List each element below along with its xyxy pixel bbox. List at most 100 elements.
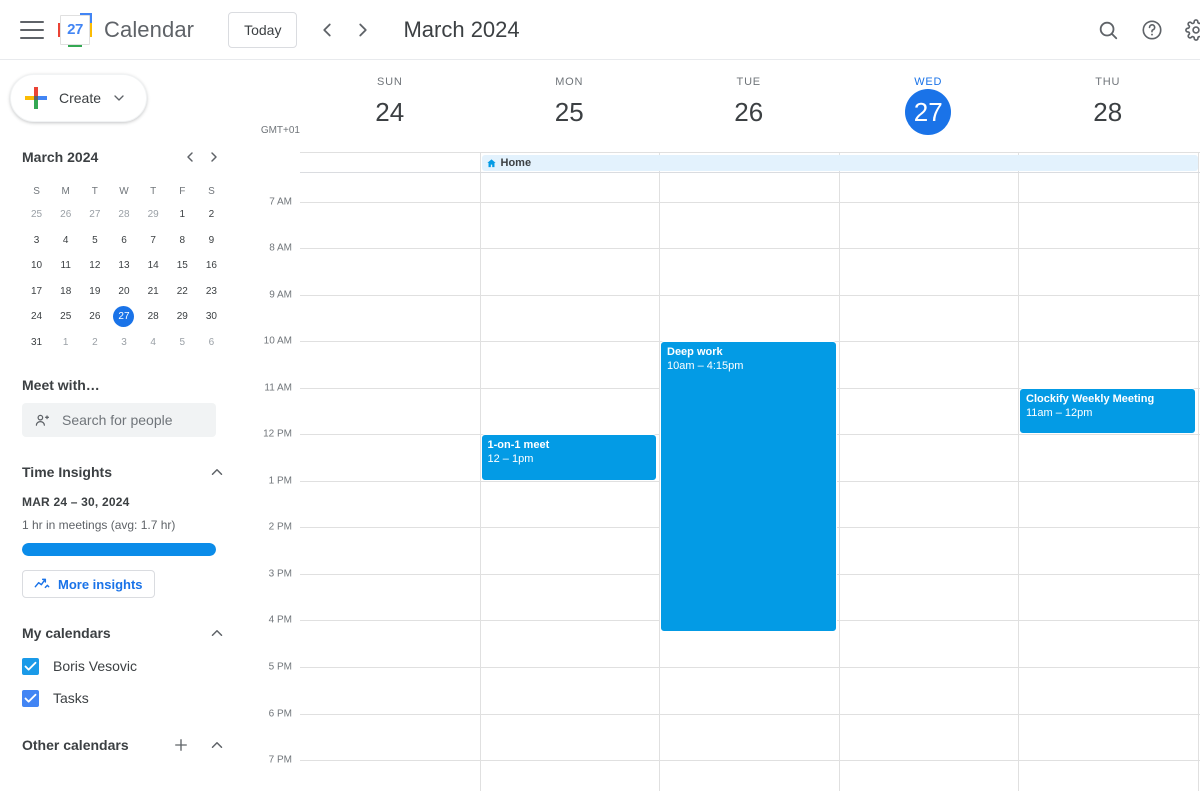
mini-calendar-day[interactable]: 23 <box>197 279 226 305</box>
mini-calendar-day-today[interactable]: 27 <box>109 304 138 330</box>
time-insights-header[interactable]: Time Insights <box>22 463 226 481</box>
calendar-checkbox[interactable] <box>22 689 39 707</box>
mini-calendar-dow: S <box>33 185 40 197</box>
mini-calendar-day[interactable]: 29 <box>168 304 197 330</box>
hour-gridline <box>300 294 1200 296</box>
mini-calendar-day[interactable]: 13 <box>109 253 138 279</box>
calendar-checkbox[interactable] <box>22 657 39 675</box>
mini-calendar-dow: W <box>119 185 129 197</box>
my-calendars-title: My calendars <box>22 625 111 641</box>
hour-gridline <box>300 248 1200 250</box>
mini-calendar-day[interactable]: 25 <box>22 202 51 228</box>
mini-calendar-day[interactable]: 3 <box>22 228 51 254</box>
mini-calendar-day[interactable]: 6 <box>109 228 138 254</box>
calendar-list-item[interactable]: Tasks <box>22 682 226 714</box>
gear-icon[interactable] <box>1174 8 1200 52</box>
day-number[interactable]: 26 <box>659 89 839 135</box>
mini-calendar-day[interactable]: 17 <box>22 279 51 305</box>
mini-calendar-day[interactable]: 29 <box>139 202 168 228</box>
mini-calendar-dow: M <box>61 185 70 197</box>
mini-calendar-day[interactable]: 14 <box>139 253 168 279</box>
other-calendars-header[interactable]: Other calendars <box>22 736 226 754</box>
mini-calendar-day[interactable]: 18 <box>51 279 80 305</box>
all-day-event-title: Home <box>500 157 532 169</box>
more-insights-button[interactable]: More insights <box>22 570 155 598</box>
calendar-event[interactable]: Clockify Weekly Meeting 11am – 12pm <box>1019 387 1196 435</box>
mini-calendar-day[interactable]: 22 <box>168 279 197 305</box>
hour-label: 8 AM <box>269 242 292 254</box>
mini-calendar-navigation <box>178 145 226 169</box>
mini-calendar-day[interactable]: 10 <box>22 253 51 279</box>
mini-calendar-day[interactable]: 7 <box>139 228 168 254</box>
chevron-up-icon[interactable] <box>208 624 226 642</box>
day-number[interactable]: 24 <box>300 89 480 135</box>
mini-calendar-day[interactable]: 20 <box>109 279 138 305</box>
mini-calendar-day[interactable]: 31 <box>22 330 51 356</box>
hour-gridline <box>300 760 1200 762</box>
day-number-today[interactable]: 27 <box>839 89 1019 135</box>
mini-calendar-day[interactable]: 5 <box>168 330 197 356</box>
home-icon <box>486 158 497 169</box>
search-for-people-input[interactable]: Search for people <box>22 403 216 437</box>
hour-label: 12 PM <box>263 428 292 440</box>
mini-calendar-day[interactable]: 2 <box>80 330 109 356</box>
mini-calendar-day[interactable]: 16 <box>197 253 226 279</box>
chevron-up-icon[interactable] <box>208 736 226 754</box>
mini-calendar-day[interactable]: 21 <box>139 279 168 305</box>
mini-calendar: March 2024 S M T W T F S 25 26 27 28 29 1 2 3 4 5 6 7 8 9 10 1… <box>22 146 226 355</box>
mini-calendar-day[interactable]: 1 <box>51 330 80 356</box>
add-other-calendar-icon[interactable] <box>172 736 190 754</box>
today-button[interactable]: Today <box>228 11 298 48</box>
all-day-event[interactable]: Home <box>481 155 1198 171</box>
chevron-up-icon[interactable] <box>208 463 226 481</box>
mini-calendar-day[interactable]: 26 <box>80 304 109 330</box>
calendar-event[interactable]: Deep work 10am – 4:15pm <box>660 341 837 633</box>
mini-calendar-day[interactable]: 2 <box>197 202 226 228</box>
time-insights-range: MAR 24 – 30, 2024 <box>22 495 130 509</box>
mini-calendar-day[interactable]: 9 <box>197 228 226 254</box>
mini-prev-month-icon[interactable] <box>178 145 202 169</box>
mini-calendar-day[interactable]: 5 <box>80 228 109 254</box>
period-navigation <box>309 12 381 48</box>
mini-calendar-day[interactable]: 11 <box>51 253 80 279</box>
day-number[interactable]: 25 <box>480 89 660 135</box>
mini-calendar-grid: S M T W T F S 25 26 27 28 29 1 2 3 4 5 6 7 8 9 10 11 12 13 14 15 16… <box>22 180 226 355</box>
mini-calendar-day[interactable]: 1 <box>168 202 197 228</box>
mini-calendar-day[interactable]: 24 <box>22 304 51 330</box>
time-insights-summary: 1 hr in meetings (avg: 1.7 hr) <box>22 518 176 532</box>
search-icon[interactable] <box>1086 8 1130 52</box>
my-calendars-header[interactable]: My calendars <box>22 624 226 642</box>
column-divider <box>1018 173 1019 791</box>
mini-calendar-day[interactable]: 28 <box>139 304 168 330</box>
help-icon[interactable] <box>1130 8 1174 52</box>
create-button[interactable]: Create <box>10 74 147 122</box>
mini-calendar-day[interactable]: 8 <box>168 228 197 254</box>
day-number[interactable]: 28 <box>1018 89 1198 135</box>
calendar-list-item[interactable]: Boris Vesovic <box>22 650 226 682</box>
hamburger-icon[interactable] <box>20 20 44 39</box>
hour-label: 6 PM <box>268 708 292 720</box>
mini-calendar-day[interactable]: 4 <box>51 228 80 254</box>
previous-period-icon[interactable] <box>309 12 345 48</box>
mini-next-month-icon[interactable] <box>202 145 226 169</box>
timezone-label: GMT+01 <box>260 125 300 136</box>
other-calendars-title: Other calendars <box>22 737 129 753</box>
mini-calendar-day[interactable]: 19 <box>80 279 109 305</box>
mini-calendar-day[interactable]: 28 <box>109 202 138 228</box>
mini-calendar-day[interactable]: 3 <box>109 330 138 356</box>
mini-calendar-day[interactable]: 15 <box>168 253 197 279</box>
mini-calendar-day[interactable]: 27 <box>80 202 109 228</box>
mini-calendar-day[interactable]: 25 <box>51 304 80 330</box>
mini-calendar-day[interactable]: 6 <box>197 330 226 356</box>
meet-with-header: Meet with… <box>22 377 226 393</box>
calendar-event[interactable]: 1-on-1 meet 12 – 1pm <box>480 434 657 481</box>
mini-calendar-day[interactable]: 30 <box>197 304 226 330</box>
hour-gridline <box>300 201 1200 203</box>
create-button-label: Create <box>59 90 102 106</box>
next-period-icon[interactable] <box>345 12 381 48</box>
mini-calendar-day[interactable]: 4 <box>139 330 168 356</box>
mini-calendar-day[interactable]: 12 <box>80 253 109 279</box>
search-for-people-placeholder: Search for people <box>62 412 173 428</box>
column-divider <box>1197 173 1199 791</box>
mini-calendar-day[interactable]: 26 <box>51 202 80 228</box>
